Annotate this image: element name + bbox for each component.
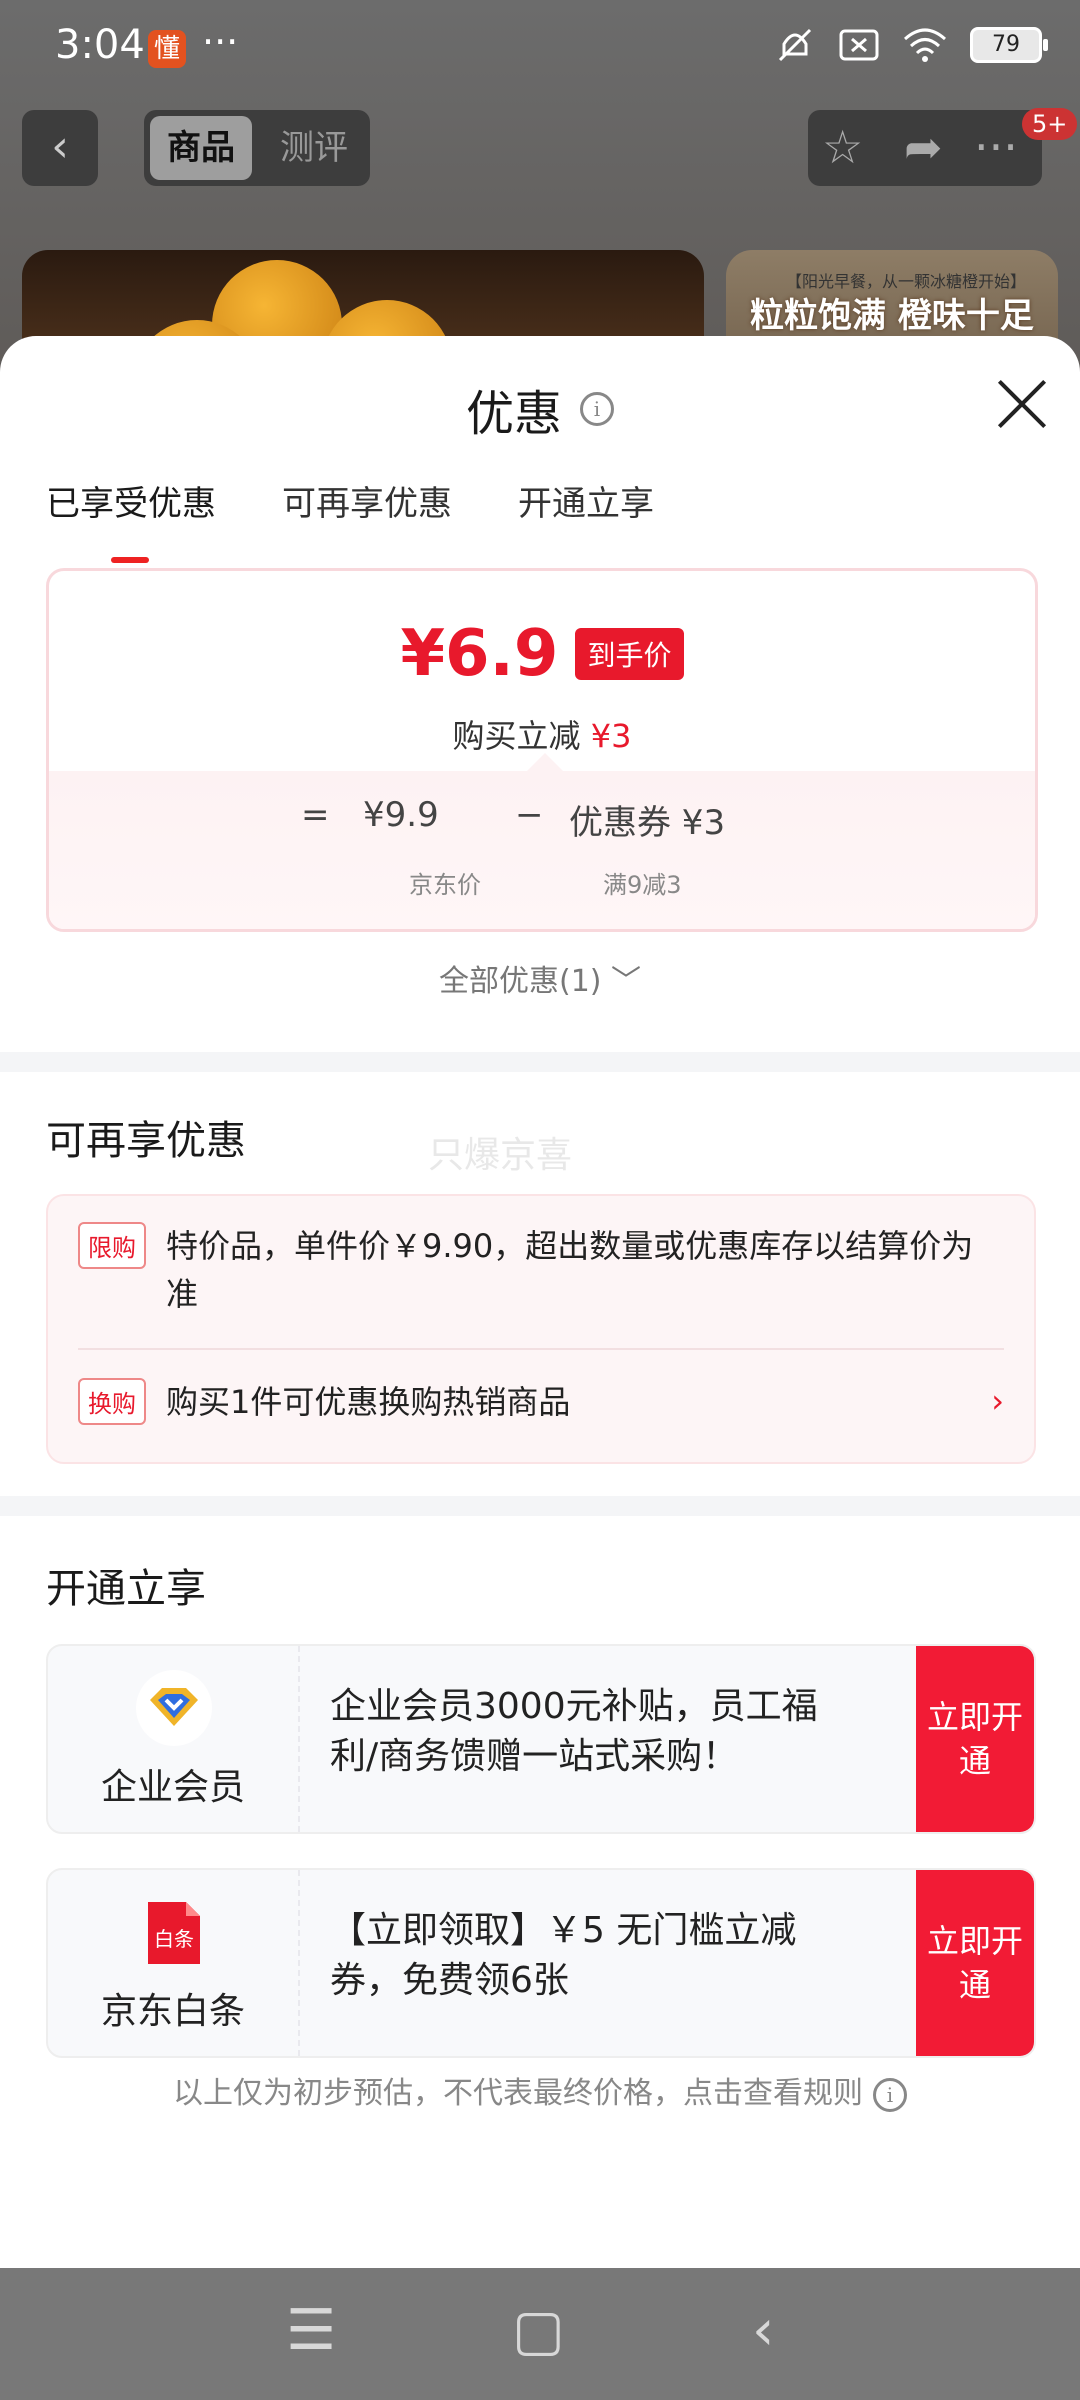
all-offers-toggle[interactable]: 全部优惠(1) ﹀ xyxy=(0,956,1080,1000)
status-bar: 3:04 懂 ··· 79 xyxy=(0,0,1080,100)
price-breakdown-card: ¥6.9 到手价 购买立减 ¥3 = ¥9.9 − 优惠券 ¥3 京东价 满9减… xyxy=(46,568,1038,932)
baitiao-icon: 白条 xyxy=(148,1902,200,1964)
coupon-amount: 优惠券 ¥3 xyxy=(569,803,726,843)
jd-price-label: 京东价 xyxy=(409,871,481,899)
tab-open-now[interactable]: 开通立享 xyxy=(518,476,654,525)
favorite-star-icon[interactable]: ☆ xyxy=(822,120,863,174)
offer-tabs: 已享受优惠 可再享优惠 开通立享 xyxy=(46,476,654,563)
limit-purchase-tag: 限购 xyxy=(78,1222,146,1269)
section-divider xyxy=(0,1496,1080,1516)
enterprise-member-icon xyxy=(136,1670,212,1746)
no-sim-icon xyxy=(839,29,879,61)
baitiao-card[interactable]: 白条 京东白条 【立即领取】￥5 无门槛立减券，免费领6张 立即开通 xyxy=(46,1868,1036,2058)
message-count-badge: 5+ xyxy=(1022,108,1078,140)
activate-enterprise-button[interactable]: 立即开通 xyxy=(916,1646,1034,1832)
mute-icon xyxy=(778,28,812,62)
open-now-title: 开通立享 xyxy=(46,1566,206,1612)
nav-actions: ☆ ➦ ··· xyxy=(808,110,1042,186)
close-icon[interactable] xyxy=(994,376,1050,432)
card-name: 京东白条 xyxy=(100,1991,245,2032)
more-icon[interactable]: ··· xyxy=(974,120,1018,174)
card-name: 企业会员 xyxy=(100,1767,245,1808)
menu-icon[interactable]: ☰ xyxy=(286,2298,336,2363)
jd-price: ¥9.9 xyxy=(363,795,439,835)
product-review-switch[interactable]: 商品 测评 xyxy=(144,110,370,186)
enterprise-member-card[interactable]: 企业会员 企业会员3000元补贴，员工福利/商务馈赠一站式采购！ 立即开通 xyxy=(46,1644,1036,1834)
tab-more-offers[interactable]: 可再享优惠 xyxy=(282,476,452,525)
svg-text:白条: 白条 xyxy=(154,1927,194,1951)
equals-sign: = xyxy=(301,795,330,835)
info-icon[interactable]: i xyxy=(580,392,614,426)
final-price-tag: 到手价 xyxy=(575,628,684,680)
divider xyxy=(78,1348,1004,1350)
offer-text: 购买1件可优惠换购热销商品 xyxy=(166,1383,571,1421)
more-offers-list: 限购 特价品，单件价￥9.90，超出数量或优惠库存以结算价为准 换购 购买1件可… xyxy=(46,1194,1036,1464)
more-offers-title: 可再享优惠 xyxy=(46,1118,246,1164)
price-disclaimer[interactable]: 以上仅为初步预估，不代表最终价格，点击查看规则 i xyxy=(0,2068,1080,2112)
rules-info-icon[interactable]: i xyxy=(873,2077,907,2112)
section-divider xyxy=(0,1052,1080,1072)
tab-enjoyed-offers[interactable]: 已享受优惠 xyxy=(46,476,216,563)
product-nav-bar: ‹ 商品 测评 ☆ ➦ ··· 5+ xyxy=(0,108,1080,190)
coupon-rule: 满9减3 xyxy=(603,871,682,899)
card-description: 【立即领取】￥5 无门槛立减券，免费领6张 xyxy=(330,1910,797,2001)
wifi-icon xyxy=(903,28,947,62)
watermark-text: 只爆京喜 xyxy=(428,1135,573,1176)
disclaimer-text: 以上仅为初步预估，不代表最终价格，点击查看规则 xyxy=(173,2076,863,2111)
back-button[interactable]: ‹ xyxy=(22,110,98,186)
battery-icon: 79 xyxy=(970,27,1048,63)
offers-bottom-sheet: 优惠 i 已享受优惠 可再享优惠 开通立享 ¥6.9 到手价 购买立减 ¥3 =… xyxy=(0,336,1080,2268)
activate-baitiao-button[interactable]: 立即开通 xyxy=(916,1870,1034,2056)
list-item[interactable]: 换购 购买1件可优惠换购热销商品 xyxy=(78,1378,954,1426)
more-notifications-icon: ··· xyxy=(202,20,239,64)
tab-review[interactable]: 测评 xyxy=(264,116,364,180)
list-item: 限购 特价品，单件价￥9.90，超出数量或优惠库存以结算价为准 xyxy=(78,1222,1004,1318)
sheet-header: 优惠 i xyxy=(0,336,1080,442)
offer-text: 特价品，单件价￥9.90，超出数量或优惠库存以结算价为准 xyxy=(166,1227,974,1313)
home-icon[interactable]: ▢ xyxy=(512,2298,565,2363)
share-icon[interactable]: ➦ xyxy=(904,120,943,174)
minus-sign: − xyxy=(515,795,544,835)
chevron-right-icon[interactable]: › xyxy=(991,1382,1004,1420)
instant-off-value: ¥3 xyxy=(590,717,632,755)
exchange-tag: 换购 xyxy=(78,1378,146,1425)
tab-product[interactable]: 商品 xyxy=(150,116,252,180)
card-description: 企业会员3000元补贴，员工福利/商务馈赠一站式采购！ xyxy=(330,1686,818,1777)
app-notification-icon: 懂 xyxy=(148,30,186,68)
final-price: ¥6.9 xyxy=(400,617,559,691)
status-time: 3:04 xyxy=(55,22,145,68)
system-navigation-bar: ☰ ▢ ‹ xyxy=(0,2268,1080,2400)
instant-off-label: 购买立减 xyxy=(452,717,581,755)
banner-caption: 粒粒饱满 橙味十足 xyxy=(750,296,1034,336)
sheet-title: 优惠 xyxy=(465,386,562,442)
back-icon[interactable]: ‹ xyxy=(752,2298,774,2363)
price-formula: = ¥9.9 − 优惠券 ¥3 京东价 满9减3 xyxy=(49,753,1035,929)
